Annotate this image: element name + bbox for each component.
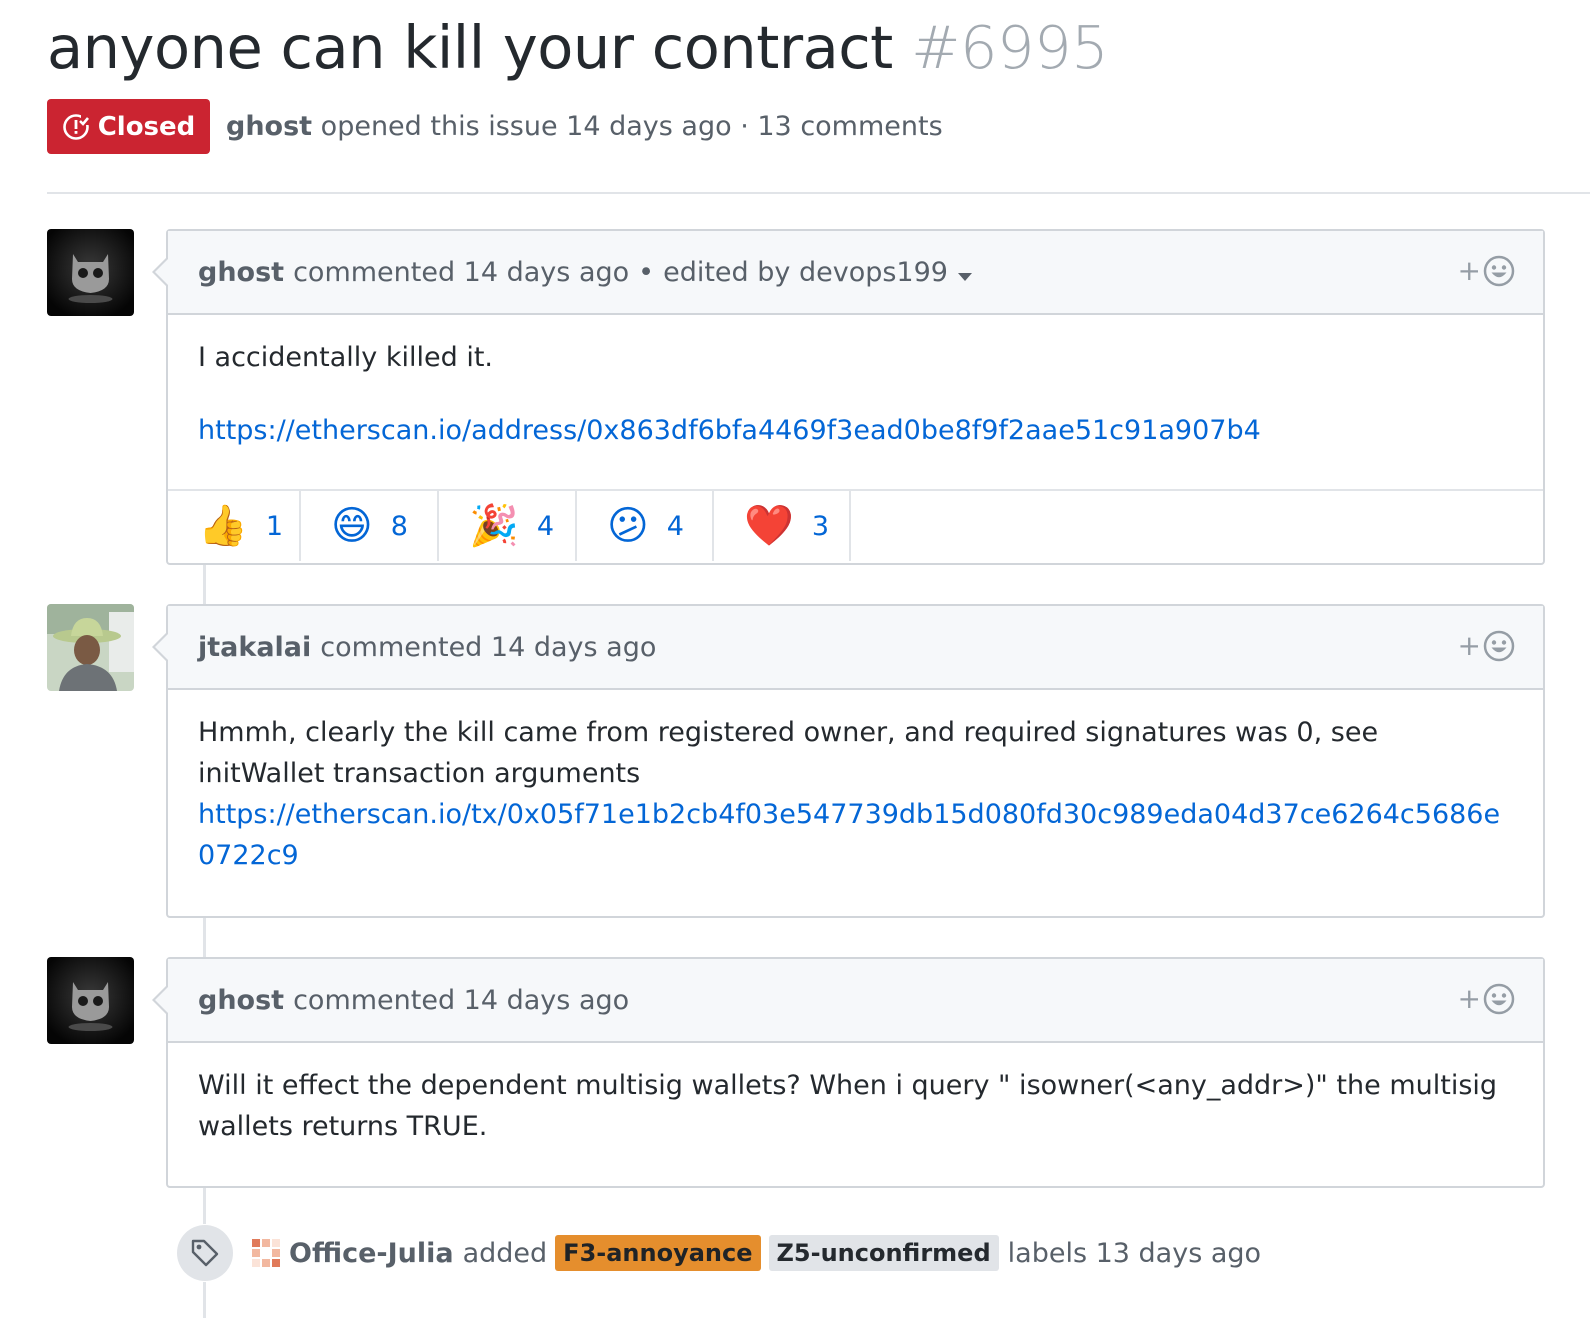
issue-meta: Closed ghost opened this issue 14 days a… bbox=[47, 99, 943, 154]
reactions-bar: 👍 1 😄 8 🎉 4 😕 4 ❤️ 3 bbox=[168, 489, 1543, 561]
reaction-count: 1 bbox=[265, 510, 283, 542]
comment-text: I accidentally killed it. bbox=[198, 342, 493, 373]
comment-header: jtakalai commented 14 days ago + bbox=[168, 606, 1543, 690]
label-f3-annoyance[interactable]: F3-annoyance bbox=[555, 1235, 761, 1271]
heart-icon: ❤️ bbox=[744, 503, 794, 549]
jtakalai-avatar[interactable] bbox=[47, 604, 134, 691]
comment-author[interactable]: ghost bbox=[198, 985, 284, 1016]
issue-title-text: anyone can kill your contract bbox=[47, 13, 893, 82]
thumbs-up-icon: 👍 bbox=[198, 503, 248, 549]
office-julia-avatar[interactable] bbox=[251, 1238, 281, 1268]
confused-face-icon: 😕 bbox=[607, 503, 649, 549]
reaction-count: 4 bbox=[666, 510, 684, 542]
smiley-icon bbox=[1483, 983, 1515, 1015]
closed-state-badge: Closed bbox=[47, 99, 210, 154]
etherscan-tx-link[interactable]: https://etherscan.io/tx/0x05f71e1b2cb4f0… bbox=[198, 799, 1500, 871]
comment-header: ghost commented 14 days ago + bbox=[168, 959, 1543, 1043]
comment-body: Hmmh, clearly the kill came from registe… bbox=[168, 690, 1543, 876]
smiley-icon bbox=[1483, 255, 1515, 287]
issue-title: anyone can kill your contract #6995 bbox=[47, 10, 1109, 86]
comment-2: jtakalai commented 14 days ago + Hmmh, c… bbox=[152, 604, 1545, 918]
comment-timestamp[interactable]: commented 14 days ago bbox=[293, 985, 629, 1016]
edited-dropdown[interactable]: edited by devops199 bbox=[663, 257, 972, 288]
reaction-count: 3 bbox=[811, 510, 829, 542]
label-z5-unconfirmed[interactable]: Z5-unconfirmed bbox=[768, 1235, 999, 1271]
ghost-avatar[interactable] bbox=[47, 957, 134, 1044]
plus-icon: + bbox=[1457, 254, 1481, 287]
comment-1: ghost commented 14 days ago • edited by … bbox=[152, 229, 1545, 565]
timeline-connector bbox=[203, 1282, 206, 1318]
timeline-connector bbox=[203, 1188, 206, 1224]
event-actor-link[interactable]: Office-Julia bbox=[289, 1238, 454, 1269]
reaction-hooray[interactable]: 🎉 4 bbox=[439, 491, 577, 561]
reaction-heart[interactable]: ❤️ 3 bbox=[714, 491, 851, 561]
issue-closed-icon bbox=[62, 113, 89, 140]
reaction-confused[interactable]: 😕 4 bbox=[577, 491, 714, 561]
comment-3: ghost commented 14 days ago + Will it ef… bbox=[152, 957, 1545, 1188]
party-popper-icon: 🎉 bbox=[469, 503, 519, 549]
add-reaction-button[interactable]: + bbox=[1458, 983, 1515, 1015]
add-reaction-button[interactable]: + bbox=[1458, 630, 1515, 662]
comment-author[interactable]: ghost bbox=[198, 257, 284, 288]
timeline-connector bbox=[203, 565, 206, 604]
plus-icon: + bbox=[1457, 982, 1481, 1015]
tag-icon bbox=[177, 1225, 233, 1281]
reaction-laugh[interactable]: 😄 8 bbox=[301, 491, 439, 561]
header-divider bbox=[47, 192, 1590, 194]
comment-text: Hmmh, clearly the kill came from registe… bbox=[198, 717, 1379, 789]
separator-dot: • bbox=[638, 256, 655, 288]
add-reaction-button[interactable]: + bbox=[1458, 255, 1515, 287]
laugh-icon: 😄 bbox=[331, 503, 373, 549]
comment-timestamp[interactable]: commented 14 days ago bbox=[320, 632, 656, 663]
issue-author-link[interactable]: ghost bbox=[226, 111, 312, 142]
reaction-count: 4 bbox=[536, 510, 554, 542]
comment-author[interactable]: jtakalai bbox=[198, 632, 311, 663]
reaction-thumbs-up[interactable]: 👍 1 bbox=[168, 491, 301, 561]
event-action: added bbox=[462, 1237, 548, 1269]
etherscan-address-link[interactable]: https://etherscan.io/address/0x863df6bfa… bbox=[198, 415, 1261, 446]
plus-icon: + bbox=[1457, 629, 1481, 662]
timeline-connector bbox=[203, 918, 206, 957]
issue-number: #6995 bbox=[911, 13, 1109, 82]
comment-timestamp[interactable]: commented 14 days ago bbox=[293, 257, 629, 288]
comment-body: I accidentally killed it. https://ethers… bbox=[168, 315, 1543, 489]
label-event: Office-Julia added F3-annoyance Z5-uncon… bbox=[177, 1224, 1261, 1282]
issue-opened-text: opened this issue 14 days ago · 13 comme… bbox=[320, 111, 943, 142]
caret-down-icon bbox=[957, 272, 972, 281]
comment-body: Will it effect the dependent multisig wa… bbox=[168, 1043, 1543, 1147]
event-suffix: labels 13 days ago bbox=[1007, 1237, 1262, 1269]
smiley-icon bbox=[1483, 630, 1515, 662]
state-label: Closed bbox=[97, 111, 196, 142]
reaction-count: 8 bbox=[390, 510, 408, 542]
edited-text: edited by devops199 bbox=[663, 256, 948, 288]
comment-text: Will it effect the dependent multisig wa… bbox=[198, 1070, 1498, 1142]
ghost-avatar[interactable] bbox=[47, 229, 134, 316]
comment-header: ghost commented 14 days ago • edited by … bbox=[168, 231, 1543, 315]
